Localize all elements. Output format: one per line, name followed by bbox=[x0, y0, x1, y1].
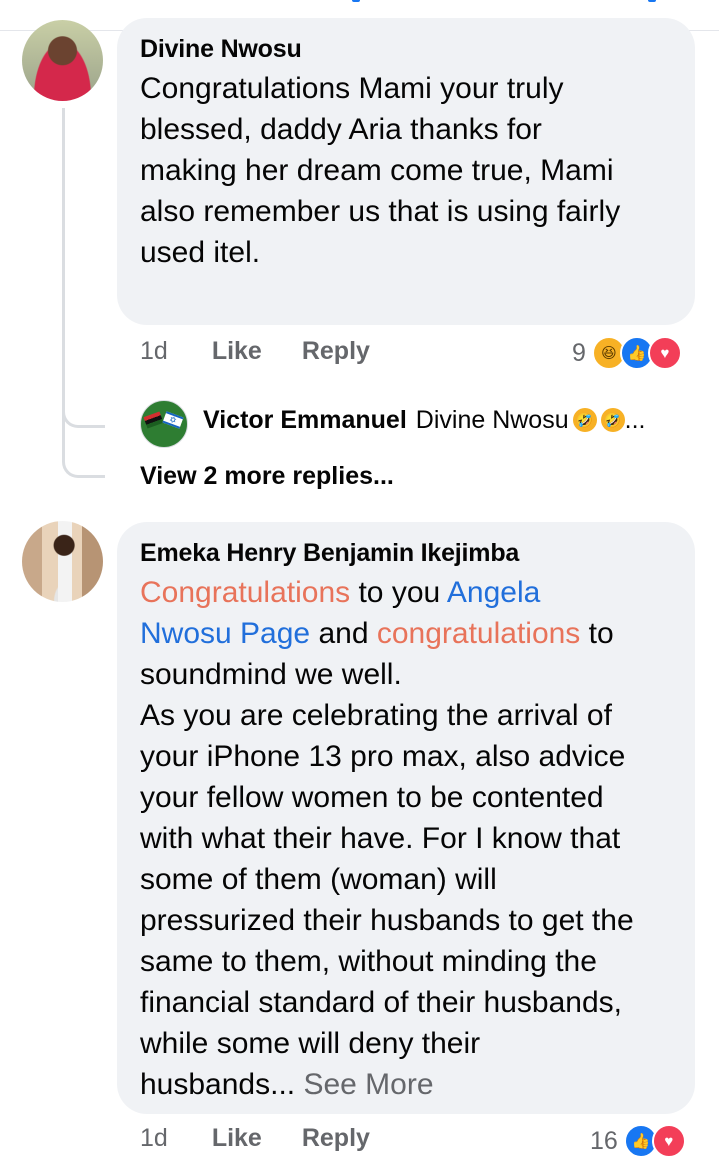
reaction-count: 16 bbox=[590, 1126, 618, 1155]
text-segment: and bbox=[310, 617, 377, 650]
comment-line: your fellow women to be contented bbox=[140, 781, 604, 814]
reaction-count: 9 bbox=[572, 338, 586, 367]
reply-button[interactable]: Reply bbox=[302, 1124, 370, 1153]
comment-line: soundmind we well. bbox=[140, 658, 402, 691]
comment-line: blessed, daddy Aria thanks for bbox=[140, 113, 542, 146]
comment-line: while some will deny their bbox=[140, 1027, 481, 1060]
comment-line: financial standard of their husbands, bbox=[140, 986, 622, 1019]
mention-link[interactable]: Angela bbox=[447, 576, 540, 609]
thread-connector bbox=[62, 445, 105, 478]
comment-line: As you are celebrating the arrival of bbox=[140, 699, 612, 732]
thread-connector bbox=[62, 395, 105, 428]
avatar[interactable]: ✡ bbox=[140, 400, 188, 448]
comment-actions: 1d Like Reply bbox=[140, 1124, 410, 1153]
avatar[interactable] bbox=[22, 20, 103, 101]
view-more-replies-link[interactable]: View 2 more replies... bbox=[140, 462, 394, 491]
reply-button[interactable]: Reply bbox=[302, 337, 370, 366]
comment-line: Congratulations Mami your truly bbox=[140, 72, 564, 105]
love-icon: ♥ bbox=[651, 1124, 686, 1158]
comment-line: also remember us that is using fairly bbox=[140, 195, 621, 228]
love-icon: ♥ bbox=[647, 336, 682, 370]
flag-icon bbox=[143, 411, 164, 429]
comment-timestamp[interactable]: 1d bbox=[140, 1124, 168, 1153]
avatar[interactable] bbox=[22, 521, 103, 602]
cutoff-glyph bbox=[352, 0, 360, 2]
comment-actions: 1d Like Reply bbox=[140, 337, 410, 366]
text-segment: to you bbox=[350, 576, 447, 609]
cutoff-icon bbox=[648, 0, 656, 2]
reply-ellipsis: ... bbox=[624, 406, 646, 434]
reply-author[interactable]: Victor Emmanuel bbox=[203, 403, 407, 437]
reaction-summary[interactable]: 9 😆 👍 ♥ bbox=[572, 336, 682, 370]
comment-line: husbands... See More bbox=[140, 1064, 634, 1105]
mention-link[interactable]: Nwosu Page bbox=[140, 617, 310, 650]
comment-text: Congratulations Mami your truly blessed,… bbox=[140, 68, 620, 273]
text-segment: husbands... bbox=[140, 1068, 296, 1101]
comment-line: your iPhone 13 pro max, also advice bbox=[140, 740, 626, 773]
reply-preview[interactable]: Victor Emmanuel Divine Nwosu 🤣 🤣 ... bbox=[203, 403, 645, 437]
comment-line: used itel. bbox=[140, 236, 261, 269]
comment-line: with what their have. For I know that bbox=[140, 822, 621, 855]
comment-text: Congratulations to you Angela Nwosu Page… bbox=[140, 572, 634, 1105]
comment-line: some of them (woman) will bbox=[140, 863, 497, 896]
highlight-text[interactable]: congratulations bbox=[377, 617, 580, 650]
comment-line: Congratulations to you Angela bbox=[140, 572, 634, 613]
rolling-laughing-icon: 🤣 bbox=[600, 408, 625, 432]
comment-line: pressurized their husbands to get the bbox=[140, 904, 634, 937]
comment-author[interactable]: Emeka Henry Benjamin Ikejimba bbox=[140, 538, 519, 568]
text-segment: to bbox=[580, 617, 614, 650]
highlight-text[interactable]: Congratulations bbox=[140, 576, 350, 609]
reaction-summary[interactable]: 16 👍 ♥ bbox=[590, 1124, 686, 1158]
comment-author[interactable]: Divine Nwosu bbox=[140, 34, 302, 64]
reply-text: Divine Nwosu bbox=[415, 406, 569, 434]
comment-line: making her dream come true, Mami bbox=[140, 154, 614, 187]
comment-line: Nwosu Page and congratulations to bbox=[140, 613, 634, 654]
comment-timestamp[interactable]: 1d bbox=[140, 337, 168, 366]
comment-line: same to them, without minding the bbox=[140, 945, 597, 978]
rolling-laughing-icon: 🤣 bbox=[572, 408, 597, 432]
like-button[interactable]: Like bbox=[212, 1124, 262, 1153]
like-button[interactable]: Like bbox=[212, 337, 262, 366]
see-more-link[interactable]: See More bbox=[295, 1068, 433, 1101]
